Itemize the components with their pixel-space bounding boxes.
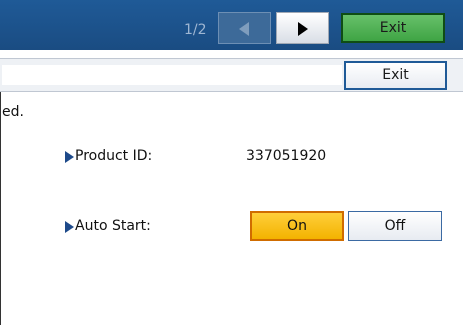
page-indicator: 1/2	[184, 22, 207, 38]
exit-button[interactable]: Exit	[344, 61, 447, 90]
top-toolbar: 1/2 Exit	[0, 0, 463, 50]
title-field	[2, 65, 342, 85]
previous-page-button[interactable]	[218, 12, 271, 44]
panel-divider	[0, 92, 1, 325]
triangle-right-icon	[298, 22, 308, 36]
next-page-button[interactable]	[276, 12, 329, 44]
auto-start-label: Auto Start:	[75, 218, 151, 234]
auto-start-off-button[interactable]: Off	[348, 211, 442, 241]
message-text: ed.	[2, 104, 24, 120]
auto-start-marker-icon	[65, 221, 74, 233]
product-id-label: Product ID:	[75, 148, 153, 164]
triangle-left-icon	[239, 22, 249, 36]
top-exit-button[interactable]: Exit	[341, 13, 445, 43]
auto-start-on-button[interactable]: On	[250, 211, 344, 241]
product-id-marker-icon	[65, 151, 74, 163]
product-id-value: 337051920	[246, 148, 327, 164]
